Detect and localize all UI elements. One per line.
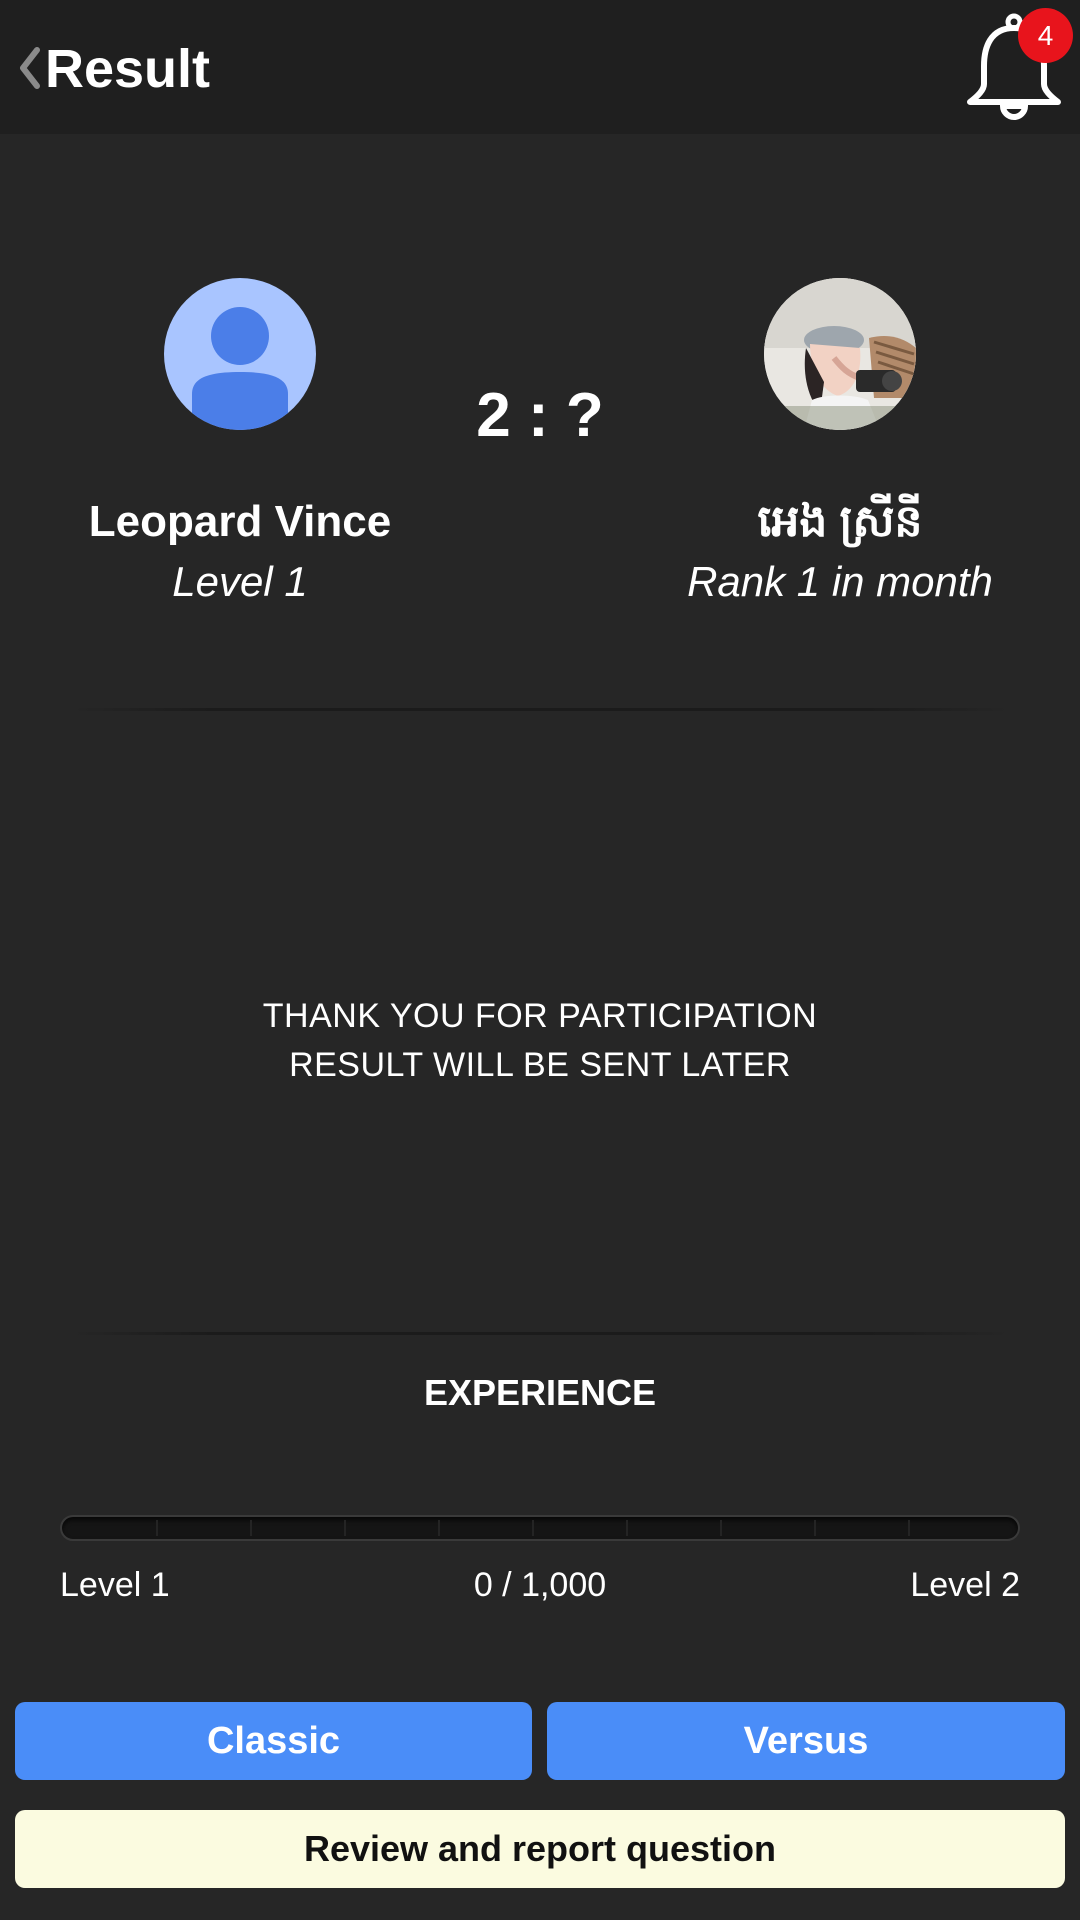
progress-tick <box>438 1520 440 1536</box>
review-report-button[interactable]: Review and report question <box>15 1810 1065 1888</box>
result-later-message: RESULT WILL BE SENT LATER <box>289 1046 791 1084</box>
notification-badge: 4 <box>1018 8 1073 63</box>
opponent-rank: Rank 1 in month <box>687 558 993 605</box>
progress-tick <box>720 1520 722 1536</box>
progress-tick <box>250 1520 252 1536</box>
progress-tick <box>344 1520 346 1536</box>
divider <box>70 708 1010 711</box>
thank-you-message: THANK YOU FOR PARTICIPATION <box>262 997 818 1035</box>
progress-tick <box>532 1520 534 1536</box>
user-photo[interactable] <box>764 278 916 430</box>
progress-tick <box>814 1520 816 1536</box>
divider <box>70 1332 1010 1335</box>
next-level-label: Level 2 <box>910 1566 1020 1604</box>
classic-button[interactable]: Classic <box>15 1702 532 1780</box>
back-button[interactable] <box>10 38 50 98</box>
page-title: Result <box>45 39 211 99</box>
experience-title: EXPERIENCE <box>423 1372 657 1413</box>
player-name: Leopard Vince <box>88 497 392 546</box>
progress-tick <box>626 1520 628 1536</box>
default-user-icon[interactable] <box>164 278 316 430</box>
chevron-left-icon <box>20 47 40 89</box>
opponent-name: អេង ស្រីនី <box>757 497 923 546</box>
opponent-card: អេង ស្រីនី Rank 1 in month <box>600 278 1080 608</box>
player-level: Level 1 <box>172 558 308 605</box>
experience-progress-text: 0 / 1,000 <box>473 1566 607 1604</box>
progress-tick <box>156 1520 158 1536</box>
versus-button[interactable]: Versus <box>547 1702 1065 1780</box>
progress-tick <box>908 1520 910 1536</box>
current-level-label: Level 1 <box>60 1566 170 1604</box>
experience-progress-bar <box>60 1515 1020 1541</box>
app-bar: Result 4 <box>0 0 1080 134</box>
